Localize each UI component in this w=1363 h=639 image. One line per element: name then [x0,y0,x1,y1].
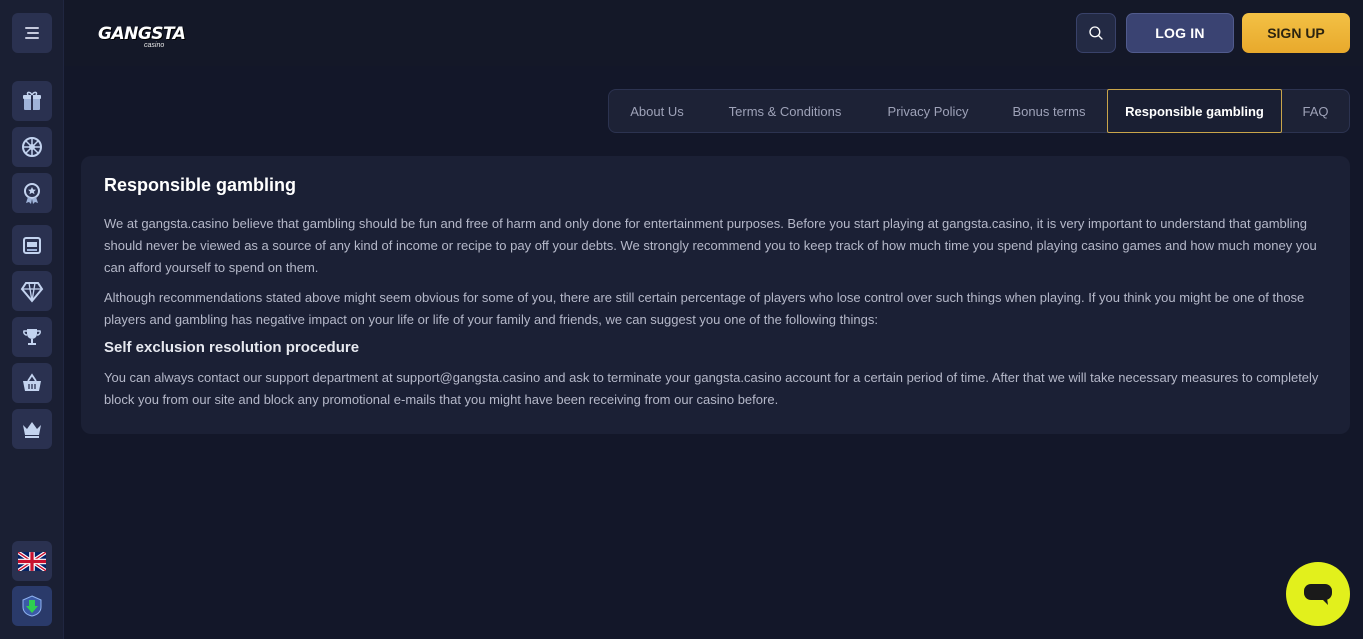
crown-icon [23,422,41,438]
tab-privacy-policy[interactable]: Privacy Policy [865,90,991,132]
search-icon [1089,26,1103,40]
page-title: Responsible gambling [104,175,297,195]
trophy-icon [23,329,41,345]
logo-subtext: casino [144,42,165,49]
uk-flag-icon [18,551,46,571]
sidebar-item-shop[interactable] [12,363,52,403]
paragraph-self-exclusion: You can always contact our support depar… [104,370,1319,407]
tab-bonus-terms[interactable]: Bonus terms [991,90,1107,132]
basket-icon [23,373,41,391]
tab-faq[interactable]: FAQ [1282,90,1349,132]
signup-button[interactable]: SIGN UP [1242,13,1350,53]
top-header: GANGSTA casino LOG IN SIGN UP [64,0,1363,66]
site-logo[interactable]: GANGSTA casino [98,14,186,52]
sidebar-item-slots[interactable] [12,225,52,265]
hamburger-icon [25,27,39,39]
tab-responsible-gambling[interactable]: Responsible gambling [1107,89,1282,133]
chat-icon [1304,584,1332,605]
sidebar-item-loyalty[interactable] [12,173,52,213]
paragraph-intro: We at gangsta.casino believe that gambli… [104,216,1317,275]
paragraph-recommendations: Although recommendations stated above mi… [104,290,1305,327]
sidebar [0,0,64,639]
section-subtitle: Self exclusion resolution procedure [104,339,360,356]
sidebar-item-wheel[interactable] [12,127,52,167]
sidebar-item-promotions[interactable] [12,81,52,121]
sidebar-item-vip-club[interactable] [12,409,52,449]
live-chat-button[interactable] [1286,562,1350,626]
info-tabs: About Us Terms & Conditions Privacy Poli… [608,89,1350,133]
diamond-icon [20,282,44,303]
menu-button[interactable] [12,13,52,53]
wheel-icon [22,137,42,157]
download-icon [22,595,42,617]
gift-icon [23,91,41,110]
language-selector[interactable] [12,541,52,581]
award-icon [24,183,40,204]
tab-terms-conditions[interactable]: Terms & Conditions [705,90,865,132]
sidebar-item-tournaments[interactable] [12,317,52,357]
sidebar-item-vip[interactable] [12,271,52,311]
logo-text: GANGSTA [98,24,186,44]
content-card: Responsible gambling We at gangsta.casin… [81,156,1350,434]
slot-machine-icon [23,237,41,254]
tab-about-us[interactable]: About Us [609,90,705,132]
search-button[interactable] [1076,13,1116,53]
download-app-button[interactable] [12,586,52,626]
login-button[interactable]: LOG IN [1126,13,1234,53]
